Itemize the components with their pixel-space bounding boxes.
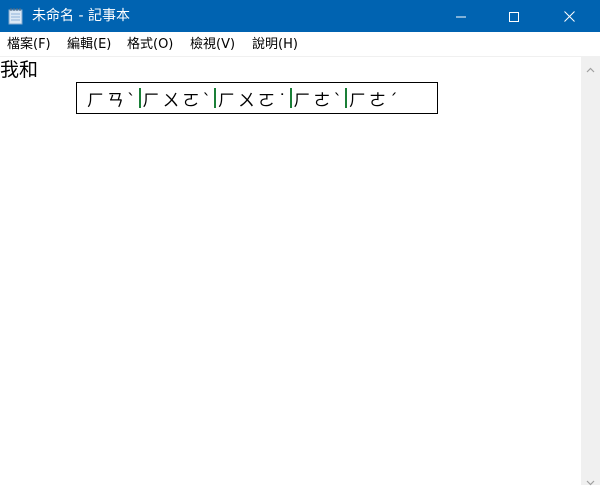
title-bar[interactable]: 未命名 - 記事本 (0, 0, 600, 32)
maximize-button[interactable] (491, 0, 537, 32)
maximize-icon (509, 7, 519, 26)
close-icon (563, 7, 575, 26)
menu-view[interactable]: 檢視(V) (189, 32, 236, 56)
window-title: 未命名 - 記事本 (32, 8, 130, 24)
menu-help[interactable]: 說明(H) (251, 32, 299, 56)
minimize-icon (456, 7, 466, 26)
text-editor[interactable]: 我和 ㄏㄢˋ ㄏㄨㄛˋ ㄏㄨㄛ˙ ㄏㄜˋ ㄏㄜˊ (0, 56, 581, 486)
menu-format[interactable]: 格式(O) (126, 32, 174, 56)
ime-candidate-window: ㄏㄢˋ ㄏㄨㄛˋ ㄏㄨㄛ˙ ㄏㄜˋ ㄏㄜˊ (76, 82, 438, 114)
ime-candidate[interactable]: ㄏㄢˋ (87, 86, 139, 111)
candidate-separator (214, 88, 216, 108)
ime-candidate[interactable]: ㄏㄨㄛˋ (143, 86, 215, 111)
menu-bar: 檔案(F) 編輯(E) 格式(O) 檢視(V) 說明(H) (0, 32, 600, 56)
minimize-button[interactable] (438, 0, 484, 32)
notepad-icon[interactable] (8, 7, 24, 25)
menu-edit[interactable]: 編輯(E) (66, 32, 112, 56)
document-text: 我和 (0, 59, 39, 81)
ime-candidate[interactable]: ㄏㄨㄛ˙ (218, 86, 290, 111)
chevron-down-icon[interactable] (586, 472, 595, 486)
chevron-up-icon[interactable] (586, 60, 595, 73)
candidate-separator (345, 88, 347, 108)
candidate-separator (289, 88, 292, 108)
vertical-scrollbar[interactable] (581, 56, 600, 486)
ime-candidate[interactable]: ㄏㄜˋ (294, 86, 346, 111)
candidate-separator (138, 88, 141, 108)
menu-file[interactable]: 檔案(F) (6, 32, 52, 56)
close-button[interactable] (546, 0, 592, 32)
ime-candidate[interactable]: ㄏㄜˊ (349, 86, 401, 111)
